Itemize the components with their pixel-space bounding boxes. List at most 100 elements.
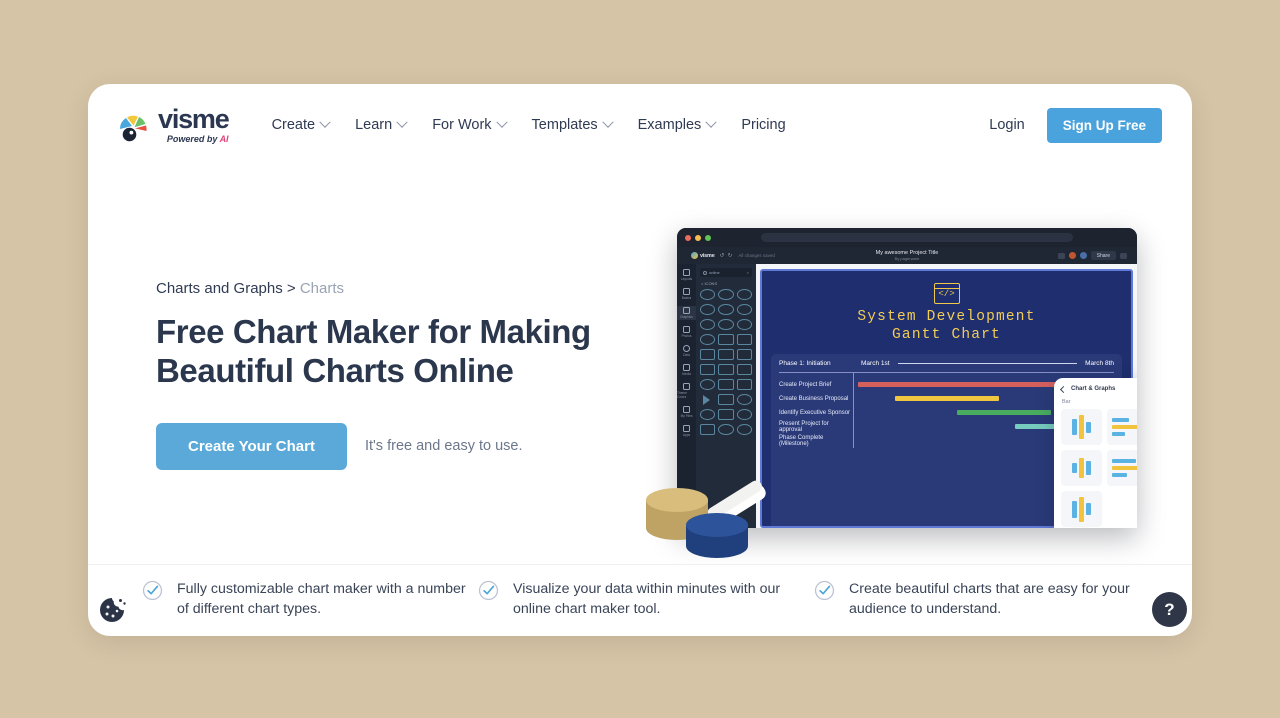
document-icon[interactable] (718, 349, 734, 360)
icon-results-grid (700, 289, 752, 435)
rail-item-my-files[interactable]: My Files (677, 405, 696, 419)
nav-item-learn[interactable]: Learn (342, 109, 419, 141)
gantt-task-label: Phase Complete (Milestone) (779, 435, 824, 448)
location-pin-icon[interactable] (736, 364, 752, 375)
user-icon[interactable] (736, 379, 752, 390)
breadcrumb-root[interactable]: Charts and Graphs (156, 280, 283, 297)
rail-item-media[interactable]: Media (677, 363, 696, 377)
login-link[interactable]: Login (989, 117, 1024, 133)
minimize-dot-icon (695, 234, 701, 241)
rail-item-theme-colors[interactable]: Theme Colors (677, 382, 696, 400)
rail-item-layouts-label: Layouts (680, 277, 693, 281)
books-icon[interactable] (700, 349, 716, 360)
play-icon[interactable] (700, 394, 715, 405)
chart-thumb-horizontal-bar[interactable] (1107, 409, 1137, 445)
cloud-wifi-icon[interactable] (700, 334, 716, 345)
rail-item-apps[interactable]: Apps (677, 424, 696, 438)
play-circle-icon[interactable] (736, 424, 752, 435)
my-files-icon (683, 406, 690, 413)
heart-icon[interactable] (718, 379, 734, 390)
cloud-check-icon[interactable] (700, 319, 716, 330)
search-icon (703, 270, 707, 275)
cloud-add-icon[interactable] (736, 304, 752, 315)
gantt-task-label: Create Business Proposal (779, 396, 849, 403)
panel-search-input[interactable]: online × (700, 268, 752, 277)
chart-picker-popover: Chart & Graphs Bar (1054, 378, 1137, 528)
gantt-task-label: Identify Executive Sponsor (779, 410, 851, 417)
chevron-left-icon[interactable] (1059, 385, 1068, 393)
calendar-icon[interactable] (700, 424, 716, 435)
rail-item-photos[interactable]: Photos (677, 325, 696, 339)
editor-topbar: visme ↺ ↻ All changes saved My awesome P… (677, 247, 1137, 264)
nav-links: Create Learn For Work Templates Examples (259, 109, 799, 141)
nav-item-pricing[interactable]: Pricing (728, 109, 798, 141)
slide-title-line2: Gantt Chart (892, 326, 1001, 343)
chart-thumb-diverging-column[interactable] (1061, 450, 1102, 486)
share-nodes-icon[interactable] (718, 409, 734, 420)
cloud-icon[interactable] (700, 289, 716, 300)
rail-item-graphics-label: Graphics (680, 315, 693, 319)
chart-thumb-stacked-bar[interactable] (1107, 450, 1137, 486)
cloud-upload-icon[interactable] (700, 304, 716, 315)
breadcrumb: Charts and Graphs > Charts (156, 280, 676, 297)
feature-item-1-text: Fully customizable chart maker with a nu… (177, 581, 466, 618)
gantt-phase-label: Phase 1: Initiation (779, 360, 831, 368)
cloud-download-icon[interactable] (736, 289, 752, 300)
phone-icon[interactable] (718, 394, 734, 405)
feature-strip: Fully customizable chart maker with a nu… (88, 564, 1192, 636)
hero-copy: Charts and Graphs > Charts Free Chart Ma… (156, 280, 676, 470)
search-icon[interactable] (700, 379, 716, 390)
feature-item-3-text: Create beautiful charts that are easy fo… (849, 581, 1130, 618)
clear-icon[interactable]: × (747, 270, 749, 275)
play-circle-icon[interactable] (718, 424, 734, 435)
cookie-settings-button[interactable] (96, 594, 128, 626)
chart-thumb-column[interactable] (1061, 409, 1102, 445)
rail-item-data-label: Data (683, 353, 690, 357)
cloud-sync-icon[interactable] (718, 304, 734, 315)
rail-item-data[interactable]: Data (677, 344, 696, 358)
satellite-icon[interactable] (700, 364, 716, 375)
chart-picker-bar-grid (1061, 409, 1137, 527)
rail-item-layouts[interactable]: Layouts (677, 268, 696, 282)
breadcrumb-separator: > (282, 280, 300, 297)
slide-title-line1: System Development (857, 309, 1036, 325)
visme-word: visme (158, 104, 230, 134)
layers-icon[interactable] (736, 334, 752, 345)
help-button[interactable]: ? (1152, 592, 1187, 627)
binoculars-icon[interactable] (736, 349, 752, 360)
code-window-icon: </> (933, 283, 960, 304)
nav-item-create[interactable]: Create (259, 109, 343, 141)
feature-item-1: Fully customizable chart maker with a nu… (142, 579, 478, 619)
gantt-bar (894, 396, 1000, 402)
theme-colors-icon (683, 383, 690, 390)
media-icon (683, 364, 690, 371)
maximize-dot-icon (705, 234, 711, 241)
cloud-globe-icon[interactable] (736, 319, 752, 330)
project-title-block: My awesome Project Title By pagename (677, 250, 1137, 261)
person-icon[interactable] (718, 364, 734, 375)
cloud-icon[interactable] (718, 289, 734, 300)
chart-thumb-grouped-column[interactable] (1061, 491, 1102, 527)
feature-item-2-text: Visualize your data within minutes with … (513, 581, 781, 618)
nav-item-for-work[interactable]: For Work (419, 109, 518, 141)
rail-item-basics[interactable]: Basics (677, 287, 696, 301)
rail-item-theme-colors-label: Theme Colors (677, 391, 687, 399)
link-icon[interactable] (718, 334, 734, 345)
nav-item-templates[interactable]: Templates (519, 109, 625, 141)
visme-logo[interactable]: visme Powered by AI (118, 104, 230, 144)
sign-up-free-button[interactable]: Sign Up Free (1046, 107, 1162, 143)
top-navigation: visme Powered by AI Create Learn For Wor… (88, 84, 1192, 166)
create-your-chart-button[interactable]: Create Your Chart (156, 422, 347, 470)
check-circle-icon[interactable] (736, 394, 752, 405)
page-root: visme Powered by AI Create Learn For Wor… (0, 0, 1280, 718)
close-circle-icon[interactable] (700, 409, 716, 420)
visme-logo-mark (118, 114, 152, 144)
globe-icon[interactable] (736, 409, 752, 420)
nav-item-create-label: Create (271, 117, 316, 133)
panel-breadcrumb[interactable]: < ICONS (701, 281, 752, 286)
nav-item-examples[interactable]: Examples (625, 109, 729, 141)
rail-item-my-files-label: My Files (680, 414, 693, 418)
rail-item-graphics[interactable]: Graphics (677, 306, 696, 320)
rail-item-media-label: Media (682, 372, 691, 376)
cloud-lock-icon[interactable] (718, 319, 734, 330)
